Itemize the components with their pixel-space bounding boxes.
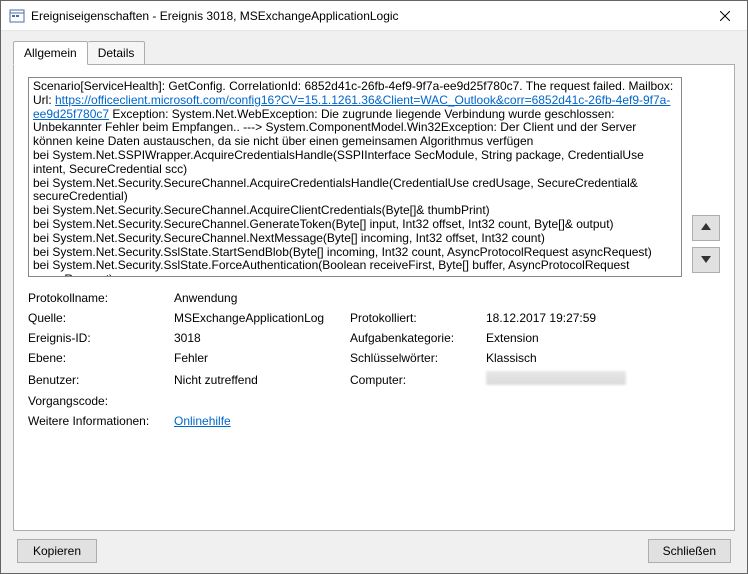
- event-description-box[interactable]: Scenario[ServiceHealth]: GetConfig. Corr…: [28, 77, 682, 277]
- arrow-down-icon: [700, 253, 712, 268]
- logged-value: 18.12.2017 19:27:59: [486, 311, 720, 325]
- dialog-button-bar: Kopieren Schließen: [13, 531, 735, 567]
- computer-label: Computer:: [350, 373, 480, 387]
- client-area: Allgemein Details Scenario[ServiceHealth…: [1, 31, 747, 573]
- log-name-value: Anwendung: [174, 291, 720, 305]
- next-event-button[interactable]: [692, 247, 720, 273]
- more-info-value: Onlinehilfe: [174, 414, 720, 428]
- event-icon: [9, 8, 25, 24]
- event-properties-window: Ereigniseigenschaften - Ereignis 3018, M…: [0, 0, 748, 574]
- event-id-value: 3018: [174, 331, 344, 345]
- redacted-value: [486, 371, 626, 385]
- arrow-up-icon: [700, 221, 712, 236]
- keywords-value: Klassisch: [486, 351, 720, 365]
- window-close-button[interactable]: [702, 1, 747, 31]
- nav-buttons: [692, 77, 720, 277]
- user-label: Benutzer:: [28, 373, 168, 387]
- event-id-label: Ereignis-ID:: [28, 331, 168, 345]
- description-row: Scenario[ServiceHealth]: GetConfig. Corr…: [28, 77, 720, 277]
- source-label: Quelle:: [28, 311, 168, 325]
- level-value: Fehler: [174, 351, 344, 365]
- description-url-link[interactable]: https://officeclient.microsoft.com/confi…: [33, 93, 670, 121]
- properties-grid: Protokollname: Anwendung Quelle: MSExcha…: [28, 291, 720, 428]
- computer-value: [486, 371, 720, 388]
- user-value: Nicht zutreffend: [174, 373, 344, 387]
- close-button[interactable]: Schließen: [648, 539, 731, 563]
- tab-panel-general: Scenario[ServiceHealth]: GetConfig. Corr…: [13, 64, 735, 531]
- window-title: Ereigniseigenschaften - Ereignis 3018, M…: [31, 9, 702, 23]
- logged-label: Protokolliert:: [350, 311, 480, 325]
- opcode-label: Vorgangscode:: [28, 394, 168, 408]
- prev-event-button[interactable]: [692, 215, 720, 241]
- level-label: Ebene:: [28, 351, 168, 365]
- task-category-value: Extension: [486, 331, 720, 345]
- task-category-label: Aufgabenkategorie:: [350, 331, 480, 345]
- online-help-link[interactable]: Onlinehilfe: [174, 414, 231, 428]
- tab-strip: Allgemein Details: [13, 41, 735, 65]
- close-icon: [720, 11, 730, 21]
- tab-general[interactable]: Allgemein: [13, 41, 88, 65]
- copy-button[interactable]: Kopieren: [17, 539, 97, 563]
- tab-details[interactable]: Details: [88, 41, 146, 65]
- source-value: MSExchangeApplicationLog: [174, 311, 344, 325]
- keywords-label: Schlüsselwörter:: [350, 351, 480, 365]
- log-name-label: Protokollname:: [28, 291, 168, 305]
- titlebar: Ereigniseigenschaften - Ereignis 3018, M…: [1, 1, 747, 31]
- more-info-label: Weitere Informationen:: [28, 414, 168, 428]
